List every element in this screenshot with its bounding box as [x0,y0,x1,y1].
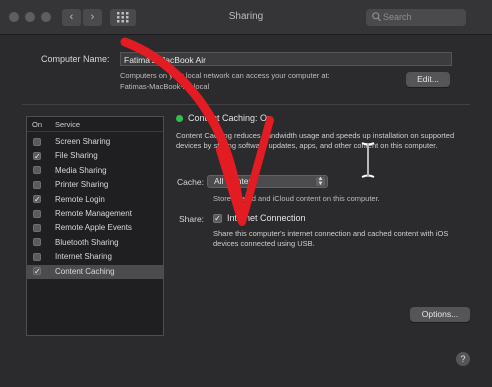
service-label: File Sharing [55,151,98,161]
on-column-header: On [32,120,43,129]
section-divider [22,104,470,105]
search-field[interactable]: Search [366,9,466,26]
service-list: On Service Screen Sharing ✓ File Sharing Me… [26,116,164,336]
service-row[interactable]: Printer Sharing [27,178,163,192]
edit-button[interactable]: Edit... [406,72,450,87]
content-caching-description: Content Caching reduces bandwidth usage … [176,131,455,150]
service-checkbox[interactable] [33,252,41,261]
service-row[interactable]: Remote Apple Events [27,221,163,235]
service-checkbox[interactable]: ✓ [33,151,41,160]
service-checkbox[interactable] [33,209,41,218]
service-checkbox[interactable] [33,166,41,175]
computer-name-label: Computer Name: [41,54,110,64]
service-row[interactable]: Internet Sharing [27,250,163,264]
local-hostname: Fatimas-MacBook-Air.local [120,82,210,91]
help-button[interactable]: ? [456,352,470,366]
internet-connection-label[interactable]: Internet Connection [227,213,306,223]
service-label: Remote Apple Events [55,223,132,233]
service-row[interactable]: ✓ Remote Login [27,193,163,207]
internet-connection-description: Share this computer's internet connectio… [213,229,449,248]
cache-popup[interactable]: All Content ▲ ▼ [207,175,328,188]
service-checkbox[interactable] [33,238,41,247]
internet-connection-checkbox[interactable]: ✓ [213,214,222,223]
service-row[interactable]: Screen Sharing [27,135,163,149]
content-caching-status: Content Caching: On [188,113,273,123]
computer-name-field[interactable]: Fatima's MacBook Air [120,52,452,66]
status-indicator [176,115,183,122]
service-label: Bluetooth Sharing [55,237,119,247]
network-access-info: Computers on your local network can acce… [120,71,330,80]
service-checkbox[interactable] [33,223,41,232]
service-row[interactable]: ✓ Content Caching [27,264,163,279]
cache-popup-value: All Content [214,176,256,186]
service-checkbox[interactable]: ✓ [33,267,41,276]
service-label: Internet Sharing [55,252,112,262]
service-label: Screen Sharing [55,137,111,146]
service-checkbox[interactable]: ✓ [33,195,41,204]
service-row[interactable]: Media Sharing [27,164,163,178]
service-label: Media Sharing [55,165,107,175]
service-row[interactable]: ✓ File Sharing [27,149,163,163]
service-list-header: On Service [27,117,163,132]
chevron-updown-icon: ▲ ▼ [316,176,325,187]
service-label: Remote Management [55,209,132,218]
options-button[interactable]: Options... [410,307,470,322]
service-row[interactable]: Bluetooth Sharing [27,236,163,250]
service-checkbox[interactable] [33,180,41,189]
search-icon [372,12,381,22]
service-label: Printer Sharing [55,180,109,190]
service-checkbox[interactable] [33,137,41,146]
service-label: Remote Login [55,194,105,204]
search-placeholder: Search [383,12,412,22]
cache-note: Store shared and iCloud content on this … [213,194,380,203]
title-bar: ‹ › Sharing Search [0,0,492,35]
service-row[interactable]: Remote Management [27,207,163,221]
service-column-header: Service [55,120,81,129]
share-label: Share: [179,214,205,224]
cache-label: Cache: [177,177,204,187]
service-label: Content Caching [55,266,115,276]
